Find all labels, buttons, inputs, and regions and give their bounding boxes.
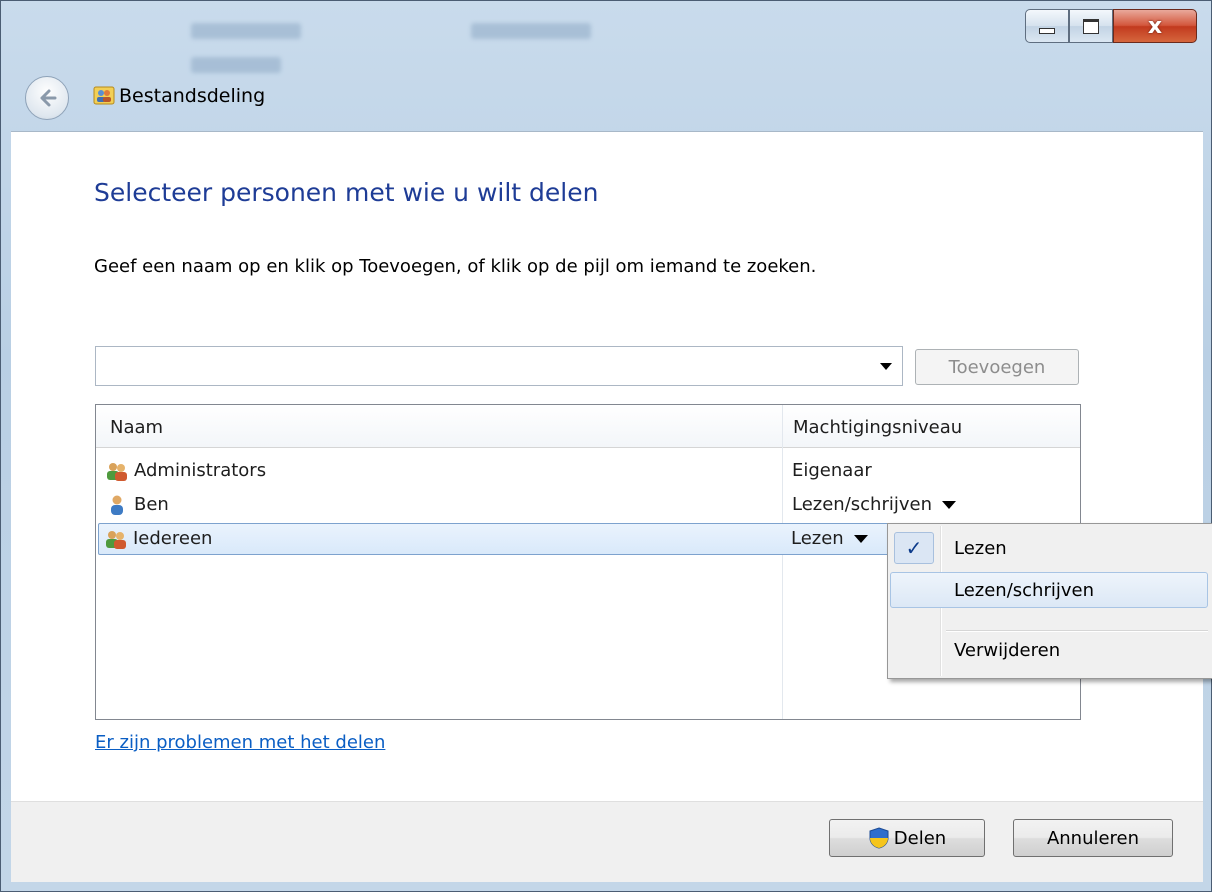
name-combobox[interactable]	[95, 346, 903, 386]
menu-item-read[interactable]: ✓ Lezen	[890, 530, 1208, 566]
uac-shield-icon	[869, 827, 889, 849]
column-header-permission[interactable]: Machtigingsniveau	[793, 417, 962, 438]
permission-menu: ✓ Lezen Lezen/schrijven Verwijderen	[887, 523, 1212, 679]
add-button[interactable]: Toevoegen	[915, 349, 1079, 385]
menu-item-label: Verwijderen	[954, 640, 1061, 661]
dialog-content: Selecteer personen met wie u wilt delen …	[11, 131, 1203, 802]
close-button[interactable]: x	[1113, 9, 1197, 43]
maximize-button[interactable]	[1069, 9, 1113, 43]
list-item-ben[interactable]: Ben Lezen/schrijven	[98, 489, 1078, 521]
window-frame: x Bestandsdeling Selecteer personen met …	[0, 0, 1212, 892]
back-button[interactable]	[25, 76, 69, 120]
column-separator	[782, 405, 783, 719]
dropdown-arrow-icon[interactable]	[853, 534, 868, 543]
menu-item-remove[interactable]: Verwijderen	[890, 632, 1208, 668]
permission-dropdown[interactable]: Lezen/schrijven	[792, 494, 957, 515]
list-header: Naam Machtigingsniveau	[96, 405, 1080, 448]
back-arrow-icon	[40, 89, 57, 107]
window-controls: x	[1025, 9, 1197, 43]
name-input[interactable]	[100, 351, 864, 383]
permission-label: Lezen/schrijven	[792, 494, 933, 515]
sharing-problems-link[interactable]: Er zijn problemen met het delen	[95, 732, 385, 753]
menu-item-label: Lezen/schrijven	[954, 580, 1095, 601]
group-icon	[106, 531, 126, 549]
list-item-administrators[interactable]: Administrators Eigenaar	[98, 455, 1078, 487]
close-icon: x	[1147, 13, 1163, 39]
menu-item-label: Lezen	[954, 538, 1007, 559]
checkmark-icon: ✓	[894, 532, 934, 564]
permission-label: Eigenaar	[792, 460, 872, 481]
row-name: Ben	[134, 494, 169, 515]
window-title: Bestandsdeling	[119, 85, 266, 107]
minimize-button[interactable]	[1025, 9, 1069, 43]
instruction-text: Geef een naam op en klik op Toevoegen, o…	[94, 256, 817, 277]
permission-dropdown[interactable]: Lezen	[791, 528, 868, 549]
user-icon	[111, 495, 123, 515]
row-permission: Eigenaar	[792, 460, 872, 481]
dropdown-arrow-icon[interactable]	[880, 363, 892, 370]
maximize-icon	[1083, 18, 1099, 34]
share-button-label: Delen	[893, 827, 947, 849]
share-button[interactable]: Delen	[829, 819, 985, 857]
page-title: Selecteer personen met wie u wilt delen	[94, 178, 599, 207]
file-sharing-icon	[93, 86, 115, 105]
row-name: Iedereen	[133, 528, 213, 549]
dropdown-arrow-icon[interactable]	[942, 500, 957, 509]
background-window-blur	[151, 7, 851, 77]
row-name: Administrators	[134, 460, 267, 481]
cancel-button[interactable]: Annuleren	[1013, 819, 1173, 857]
group-icon	[107, 463, 127, 481]
menu-item-read-write[interactable]: Lezen/schrijven	[890, 572, 1208, 608]
column-header-name[interactable]: Naam	[110, 417, 163, 438]
permission-label: Lezen	[791, 528, 844, 549]
minimize-icon	[1039, 28, 1055, 34]
